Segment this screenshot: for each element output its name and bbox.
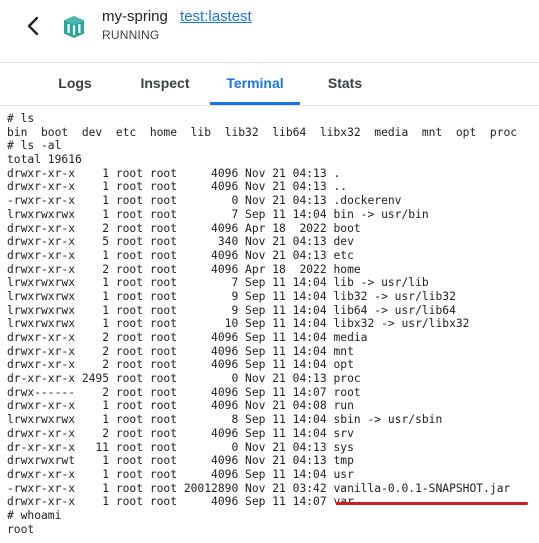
highlight-underline: [336, 502, 528, 505]
container-icon: [64, 16, 84, 38]
terminal-line: lrwxrwxrwx 1 root root 9 Sep 11 14:04 li…: [7, 303, 456, 317]
terminal-line: drwxr-xr-x 5 root root 340 Nov 21 04:13 …: [7, 235, 354, 249]
container-title: my-spring test:lastest: [102, 8, 252, 25]
terminal-line: -rwxr-xr-x 1 root root 20012890 Nov 21 0…: [7, 481, 511, 495]
terminal-line: drwxr-xr-x 2 root root 4096 Sep 11 14:04…: [7, 426, 354, 440]
terminal-line: root: [7, 522, 35, 536]
terminal-line: lrwxrwxrwx 1 root root 9 Sep 11 14:04 li…: [7, 289, 456, 303]
terminal-line: # ls -al: [7, 139, 62, 153]
terminal-output[interactable]: # ls bin boot dev etc home lib lib32 lib6…: [0, 112, 539, 543]
terminal-line: bin boot dev etc home lib lib32 lib64 li…: [7, 125, 518, 139]
terminal-line: lrwxrwxrwx 1 root root 8 Sep 11 14:04 sb…: [7, 413, 443, 427]
terminal-line: # ls: [7, 112, 35, 125]
terminal-line: drwx------ 2 root root 4096 Sep 11 14:07…: [7, 385, 361, 399]
terminal-line: drwxr-xr-x 1 root root 4096 Nov 21 04:08…: [7, 399, 354, 413]
terminal-line: drwxr-xr-x 1 root root 4096 Nov 21 04:13…: [7, 166, 341, 180]
terminal-line: drwxr-xr-x 2 root root 4096 Sep 11 14:04…: [7, 344, 354, 358]
terminal-line: dr-xr-xr-x 2495 root root 0 Nov 21 04:13…: [7, 372, 361, 386]
container-name: my-spring: [102, 8, 168, 25]
tab-stats[interactable]: Stats: [305, 63, 385, 105]
terminal-line: drwxr-xr-x 1 root root 4096 Nov 21 04:13…: [7, 248, 354, 262]
terminal-line: drwxr-xr-x 1 root root 4096 Sep 11 14:04…: [7, 467, 354, 481]
tab-bar: Logs Inspect Terminal Stats: [0, 62, 539, 106]
terminal-line: drwxr-xr-x 1 root root 4096 Nov 21 04:13…: [7, 180, 348, 194]
image-tag-link[interactable]: test:lastest: [180, 8, 252, 25]
terminal-line: dr-xr-xr-x 11 root root 0 Nov 21 04:13 s…: [7, 440, 354, 454]
tab-logs[interactable]: Logs: [40, 63, 110, 105]
terminal-line: lrwxrwxrwx 1 root root 7 Sep 11 14:04 li…: [7, 276, 429, 290]
terminal-line: drwxr-xr-x 2 root root 4096 Apr 18 2022 …: [7, 262, 361, 276]
terminal-line: drwxr-xr-x 2 root root 4096 Apr 18 2022 …: [7, 221, 361, 235]
tab-terminal[interactable]: Terminal: [210, 63, 300, 105]
terminal-line: drwxr-xr-x 2 root root 4096 Sep 11 14:04…: [7, 331, 368, 344]
terminal-line: lrwxrwxrwx 1 root root 10 Sep 11 14:04 l…: [7, 317, 470, 331]
terminal-line: total 19616: [7, 153, 82, 167]
terminal-line: # whoami: [7, 508, 62, 522]
status-label: RUNNING: [102, 28, 160, 42]
container-header: my-spring test:lastest RUNNING: [0, 0, 539, 62]
chevron-left-icon[interactable]: [22, 14, 46, 38]
tab-inspect[interactable]: Inspect: [125, 63, 205, 105]
terminal-line: drwxrwxrwt 1 root root 4096 Nov 21 04:13…: [7, 454, 354, 468]
terminal-line: lrwxrwxrwx 1 root root 7 Sep 11 14:04 bi…: [7, 207, 429, 221]
terminal-line: drwxr-xr-x 2 root root 4096 Sep 11 14:04…: [7, 358, 354, 372]
terminal-line: -rwxr-xr-x 1 root root 0 Nov 21 04:13 .d…: [7, 194, 402, 208]
